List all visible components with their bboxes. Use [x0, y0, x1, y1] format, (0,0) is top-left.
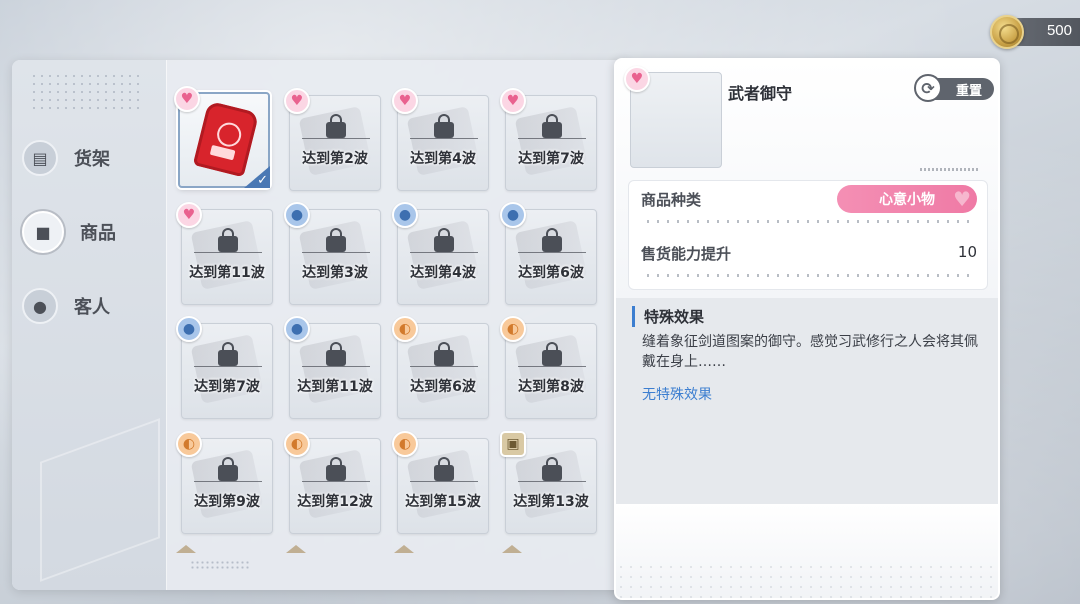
unlock-requirement: 达到第4波	[410, 265, 476, 281]
lock-icon	[542, 457, 562, 481]
lock-icon	[218, 457, 238, 481]
money-bag-badge-icon: ●	[500, 202, 526, 228]
category-pill: 心意小物 ♥	[837, 185, 977, 213]
product-slot-locked[interactable]: 达到第11波 ♥	[176, 202, 273, 305]
product-slot-locked[interactable]: 达到第15波 ◐	[392, 431, 489, 534]
unlock-requirement: 达到第11波	[189, 265, 265, 281]
ear-badge-icon: ◐	[500, 316, 526, 342]
money-bag-badge-icon: ●	[176, 316, 202, 342]
sidebar-item-shelf[interactable]: ▤ 货架	[22, 136, 152, 180]
sidebar-item-products[interactable]: ■ 商品	[22, 210, 152, 254]
product-slot-locked[interactable]: 达到第3波 ●	[284, 202, 381, 305]
refresh-icon: ⟳	[914, 74, 942, 102]
lock-icon	[326, 457, 346, 481]
lock-icon	[434, 114, 454, 138]
fine-print-decoration	[920, 168, 980, 171]
product-slot-locked[interactable]: 达到第12波 ◐	[284, 431, 381, 534]
sidebar-item-label: 货架	[74, 149, 110, 170]
lock-icon	[434, 457, 454, 481]
unlock-requirement: 达到第7波	[194, 379, 260, 395]
unlock-requirement: 达到第2波	[302, 151, 368, 167]
ability-label: 售货能力提升	[641, 245, 732, 263]
coin-icon	[990, 15, 1024, 49]
heart-icon: ♥	[953, 187, 971, 211]
heart-badge-icon: ♥	[624, 66, 650, 92]
lock-icon	[326, 228, 346, 252]
lock-icon	[542, 228, 562, 252]
unlock-requirement: 达到第3波	[302, 265, 368, 281]
product-slot-locked[interactable]: 达到第11波 ●	[284, 316, 381, 419]
unlock-requirement: 达到第15波	[405, 494, 481, 510]
person-icon: ●	[22, 288, 58, 324]
attribute-row-ability: 售货能力提升 10	[641, 235, 977, 277]
shelf-icon: ▤	[22, 140, 58, 176]
heart-badge-icon: ♥	[174, 86, 200, 112]
lock-icon	[326, 114, 346, 138]
heart-badge-icon: ♥	[176, 202, 202, 228]
unlock-requirement: 达到第7波	[518, 151, 584, 167]
lock-icon	[218, 342, 238, 366]
ear-badge-icon: ◐	[392, 316, 418, 342]
ability-value: 10	[957, 243, 977, 261]
ear-badge-icon: ◐	[176, 431, 202, 457]
unlock-requirement: 达到第6波	[518, 265, 584, 281]
unlock-requirement: 达到第9波	[194, 494, 260, 510]
money-bag-badge-icon: ●	[284, 202, 310, 228]
unlock-requirement: 达到第11波	[297, 379, 373, 395]
box-badge-icon: ▣	[500, 431, 526, 457]
heart-badge-icon: ♥	[284, 88, 310, 114]
sidebar-item-guests[interactable]: ● 客人	[22, 284, 152, 328]
detail-footer	[616, 504, 998, 598]
heart-badge-icon: ♥	[500, 88, 526, 114]
special-effect-section: 特殊效果 缝着象征剑道图案的御守。感觉习武修行之人会将其佩戴在身上…… 无特殊效…	[616, 298, 998, 504]
money-bag-badge-icon: ●	[284, 316, 310, 342]
reset-button-label: 重置	[955, 83, 982, 99]
effect-description: 缝着象征剑道图案的御守。感觉习武修行之人会将其佩戴在身上……	[642, 334, 978, 370]
money-bag-badge-icon: ●	[392, 202, 418, 228]
ear-badge-icon: ◐	[392, 431, 418, 457]
product-slot-locked[interactable]: 达到第4波 ♥	[392, 88, 489, 191]
omamori-icon	[192, 100, 260, 178]
product-slot-locked[interactable]: 达到第2波 ♥	[284, 88, 381, 191]
attribute-row-category: 商品种类 心意小物 ♥	[641, 181, 977, 223]
lock-icon	[542, 342, 562, 366]
category-label: 商品种类	[641, 191, 702, 209]
lock-icon	[542, 114, 562, 138]
lock-icon	[434, 228, 454, 252]
currency-amount: 500	[1046, 22, 1072, 39]
effect-status: 无特殊效果	[642, 387, 712, 403]
unlock-requirement: 达到第6波	[410, 379, 476, 395]
product-slot-locked[interactable]: 达到第8波 ◐	[500, 316, 597, 419]
unlock-requirement: 达到第4波	[410, 151, 476, 167]
product-slot-locked[interactable]: 达到第13波 ▣	[500, 431, 597, 534]
dot-pattern-decoration	[30, 72, 140, 112]
product-slot-locked[interactable]: 达到第6波 ●	[500, 202, 597, 305]
product-slot-locked[interactable]: 达到第9波 ◐	[176, 431, 273, 534]
lock-icon	[326, 342, 346, 366]
unlock-requirement: 达到第12波	[297, 494, 373, 510]
heart-badge-icon: ♥	[392, 88, 418, 114]
product-slot-locked[interactable]: 达到第4波 ●	[392, 202, 489, 305]
selected-check-icon: ✓	[244, 166, 270, 188]
product-slot-locked[interactable]: 达到第7波 ●	[176, 316, 273, 419]
lock-icon	[218, 228, 238, 252]
category-value: 心意小物	[879, 192, 935, 208]
product-slot[interactable]: ✓ ♥	[174, 86, 270, 188]
item-detail-panel: ♥ 武者御守 ⟳ 重置 商品种类 心意小物 ♥ 售货能力提升 10 特殊效果 缝…	[614, 58, 1000, 600]
product-slot-locked[interactable]: 达到第7波 ♥	[500, 88, 597, 191]
unlock-requirement: 达到第8波	[518, 379, 584, 395]
effect-title: 特殊效果	[632, 306, 704, 327]
sidebar-item-label: 商品	[80, 223, 116, 244]
sidebar-item-label: 客人	[74, 297, 110, 318]
product-slot-locked[interactable]: 达到第6波 ◐	[392, 316, 489, 419]
product-bag-icon: ■	[22, 211, 64, 253]
lock-icon	[434, 342, 454, 366]
unlock-requirement: 达到第13波	[513, 494, 589, 510]
attribute-box: 商品种类 心意小物 ♥ 售货能力提升 10	[628, 180, 988, 290]
ear-badge-icon: ◐	[284, 431, 310, 457]
dot-pattern-decoration	[190, 560, 250, 570]
reset-button[interactable]: ⟳ 重置	[914, 74, 994, 102]
item-name: 武者御守	[728, 84, 793, 103]
